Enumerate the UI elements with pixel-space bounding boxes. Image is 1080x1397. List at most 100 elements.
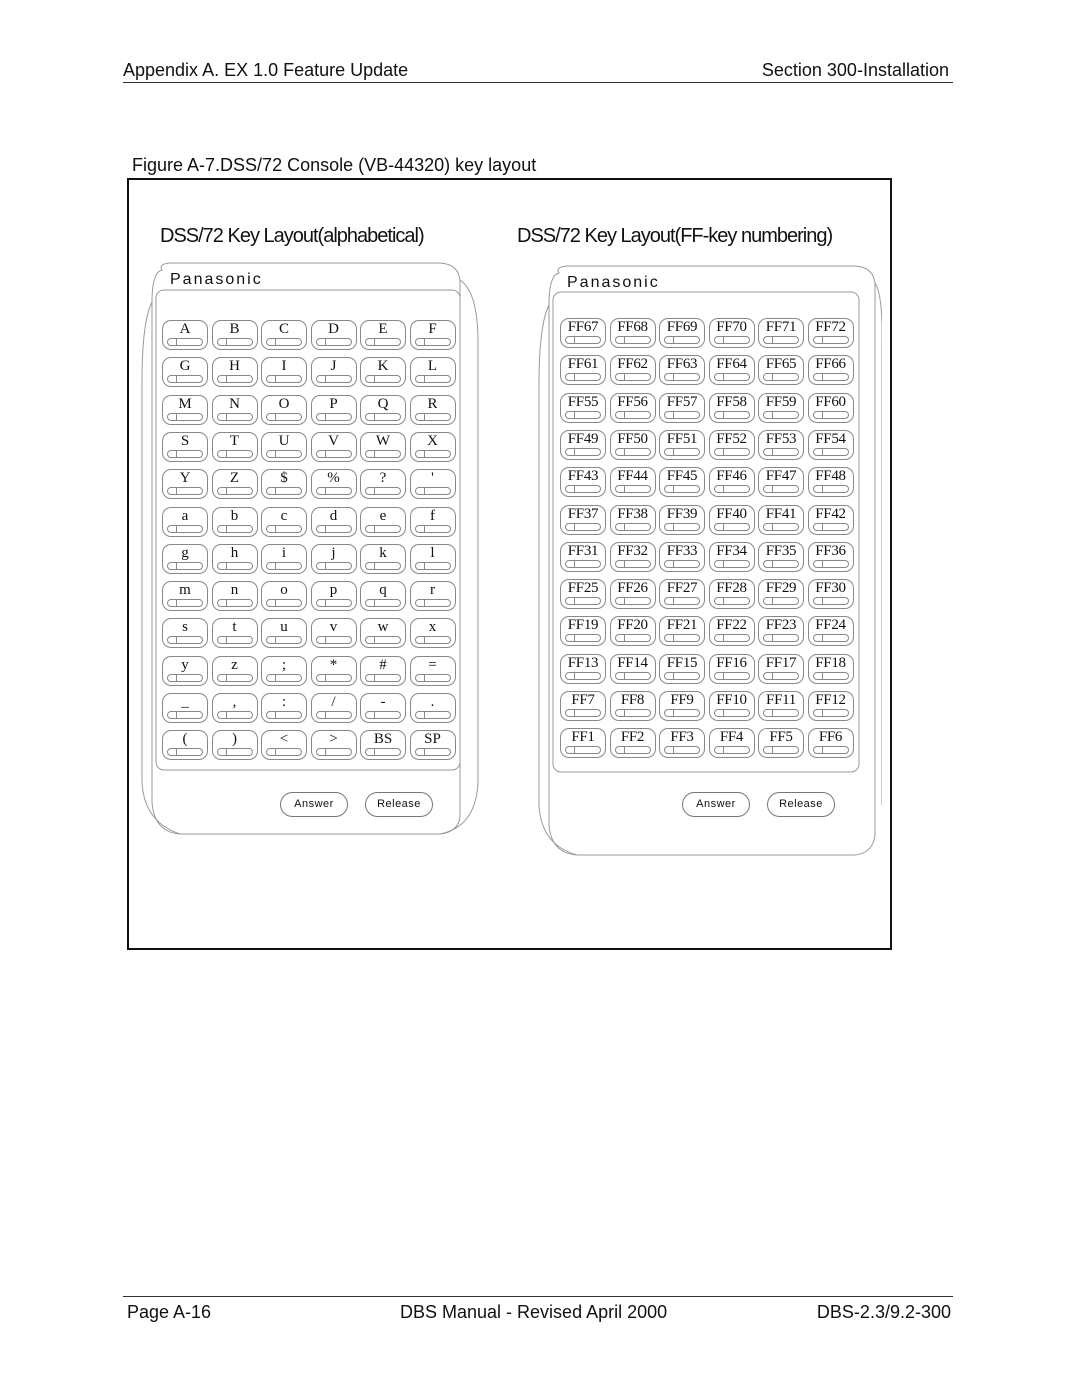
dss-key[interactable]: C <box>261 320 307 350</box>
dss-key[interactable]: FF35 <box>758 541 804 572</box>
dss-key[interactable]: FF1 <box>560 728 606 759</box>
dss-key[interactable]: SP <box>409 730 456 761</box>
dss-key[interactable]: FF20 <box>609 616 656 647</box>
dss-key[interactable]: D <box>310 320 357 350</box>
dss-key[interactable]: n <box>211 581 258 612</box>
release-button[interactable]: Release <box>365 792 433 817</box>
dss-key[interactable]: p <box>310 581 357 612</box>
answer-button[interactable]: Answer <box>280 792 348 817</box>
dss-key[interactable]: FF45 <box>659 467 705 498</box>
dss-key[interactable]: FF28 <box>708 579 755 610</box>
dss-key[interactable]: T <box>211 431 258 462</box>
dss-key[interactable]: k <box>360 543 406 574</box>
dss-key[interactable]: FF43 <box>560 467 606 498</box>
dss-key[interactable]: FF56 <box>609 392 656 423</box>
dss-key[interactable]: FF10 <box>708 691 755 721</box>
dss-key[interactable]: FF23 <box>758 616 804 647</box>
dss-key[interactable]: FF49 <box>560 429 606 460</box>
dss-key[interactable]: _ <box>162 693 208 723</box>
dss-key[interactable]: E <box>360 320 406 350</box>
dss-key[interactable]: FF66 <box>807 355 854 386</box>
dss-key[interactable]: FF42 <box>807 504 854 535</box>
dss-key[interactable]: F <box>409 320 456 350</box>
dss-key[interactable]: FF72 <box>807 318 854 348</box>
dss-key[interactable]: N <box>211 394 258 425</box>
dss-key[interactable]: t <box>211 618 258 649</box>
answer-button[interactable]: Answer <box>682 792 750 817</box>
dss-key[interactable]: ( <box>162 730 208 761</box>
dss-key[interactable]: FF5 <box>758 728 804 759</box>
dss-key[interactable]: O <box>261 394 307 425</box>
dss-key[interactable]: FF61 <box>560 355 606 386</box>
dss-key[interactable]: H <box>211 357 258 388</box>
dss-key[interactable]: FF8 <box>609 691 656 721</box>
dss-key[interactable]: L <box>409 357 456 388</box>
dss-key[interactable]: ; <box>261 655 307 686</box>
dss-key[interactable]: i <box>261 543 307 574</box>
dss-key[interactable]: u <box>261 618 307 649</box>
release-button[interactable]: Release <box>767 792 835 817</box>
dss-key[interactable]: f <box>409 506 456 537</box>
dss-key[interactable]: FF60 <box>807 392 854 423</box>
dss-key[interactable]: * <box>310 655 357 686</box>
dss-key[interactable]: J <box>310 357 357 388</box>
dss-key[interactable]: W <box>360 431 406 462</box>
dss-key[interactable]: o <box>261 581 307 612</box>
dss-key[interactable]: FF4 <box>708 728 755 759</box>
dss-key[interactable]: FF37 <box>560 504 606 535</box>
dss-key[interactable]: B <box>211 320 258 350</box>
dss-key[interactable]: d <box>310 506 357 537</box>
dss-key[interactable]: FF15 <box>659 653 705 684</box>
dss-key[interactable]: FF39 <box>659 504 705 535</box>
dss-key[interactable]: ? <box>360 469 406 500</box>
dss-key[interactable]: FF68 <box>609 318 656 348</box>
dss-key[interactable]: FF53 <box>758 429 804 460</box>
dss-key[interactable]: = <box>409 655 456 686</box>
dss-key[interactable]: h <box>211 543 258 574</box>
dss-key[interactable]: FF11 <box>758 691 804 721</box>
dss-key[interactable]: FF50 <box>609 429 656 460</box>
dss-key[interactable]: Y <box>162 469 208 500</box>
dss-key[interactable]: K <box>360 357 406 388</box>
dss-key[interactable]: FF70 <box>708 318 755 348</box>
dss-key[interactable]: U <box>261 431 307 462</box>
dss-key[interactable]: FF47 <box>758 467 804 498</box>
dss-key[interactable]: G <box>162 357 208 388</box>
dss-key[interactable]: FF65 <box>758 355 804 386</box>
dss-key[interactable]: FF46 <box>708 467 755 498</box>
dss-key[interactable]: l <box>409 543 456 574</box>
dss-key[interactable]: FF6 <box>807 728 854 759</box>
dss-key[interactable]: V <box>310 431 357 462</box>
dss-key[interactable]: FF7 <box>560 691 606 721</box>
dss-key[interactable]: FF58 <box>708 392 755 423</box>
dss-key[interactable]: A <box>162 320 208 350</box>
dss-key[interactable]: FF18 <box>807 653 854 684</box>
dss-key[interactable]: # <box>360 655 406 686</box>
dss-key[interactable]: $ <box>261 469 307 500</box>
dss-key[interactable]: FF34 <box>708 541 755 572</box>
dss-key[interactable]: a <box>162 506 208 537</box>
dss-key[interactable]: FF67 <box>560 318 606 348</box>
dss-key[interactable]: ' <box>409 469 456 500</box>
dss-key[interactable]: . <box>409 693 456 723</box>
dss-key[interactable]: FF9 <box>659 691 705 721</box>
dss-key[interactable]: FF24 <box>807 616 854 647</box>
dss-key[interactable]: > <box>310 730 357 761</box>
dss-key[interactable]: FF22 <box>708 616 755 647</box>
dss-key[interactable]: FF48 <box>807 467 854 498</box>
dss-key[interactable]: R <box>409 394 456 425</box>
dss-key[interactable]: x <box>409 618 456 649</box>
dss-key[interactable]: S <box>162 431 208 462</box>
dss-key[interactable]: FF36 <box>807 541 854 572</box>
dss-key[interactable]: , <box>211 693 258 723</box>
dss-key[interactable]: Q <box>360 394 406 425</box>
dss-key[interactable]: FF19 <box>560 616 606 647</box>
dss-key[interactable]: - <box>360 693 406 723</box>
dss-key[interactable]: FF62 <box>609 355 656 386</box>
dss-key[interactable]: FF16 <box>708 653 755 684</box>
dss-key[interactable]: r <box>409 581 456 612</box>
dss-key[interactable]: I <box>261 357 307 388</box>
dss-key[interactable]: v <box>310 618 357 649</box>
dss-key[interactable]: X <box>409 431 456 462</box>
dss-key[interactable]: : <box>261 693 307 723</box>
